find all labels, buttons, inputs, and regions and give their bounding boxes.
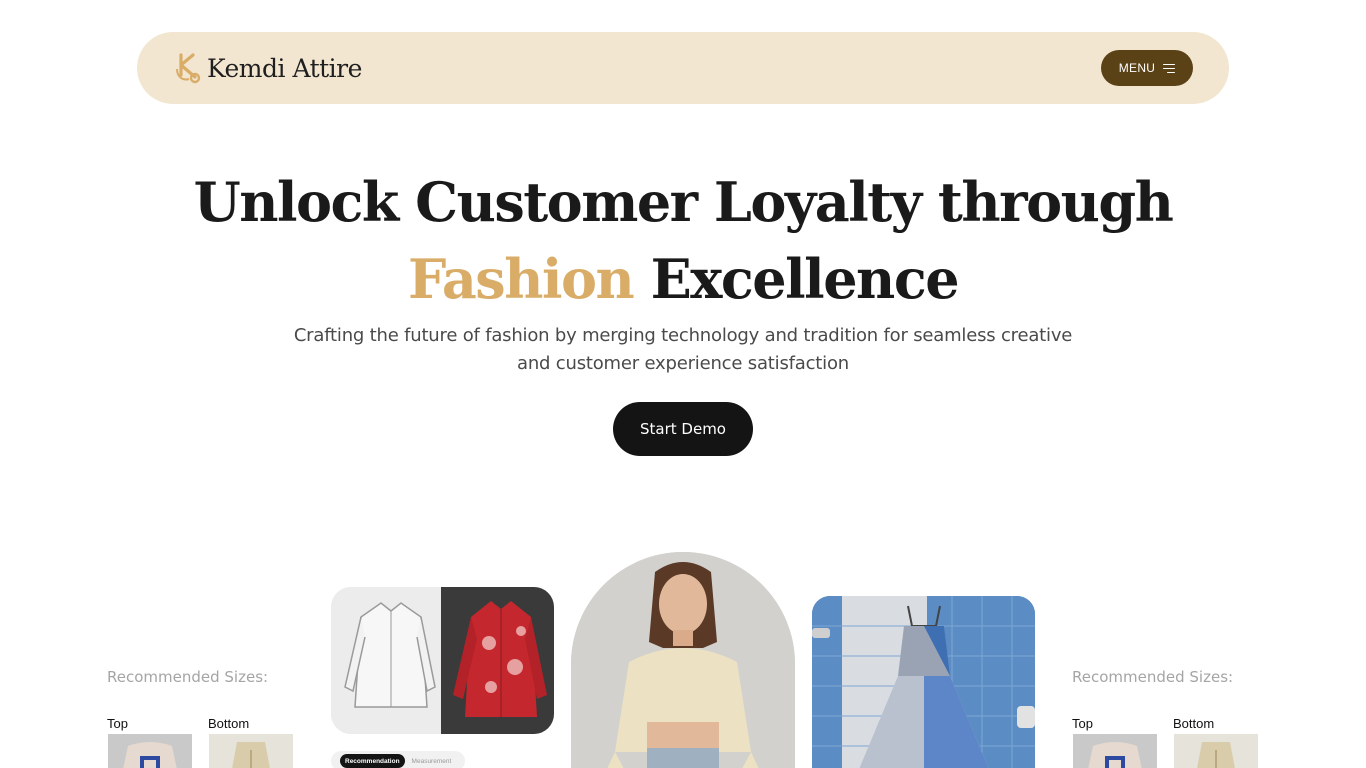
toggle-measurement[interactable]: Measurement [412, 758, 452, 765]
recommended-sizes-right: Recommended Sizes: Top Bottom [1072, 668, 1272, 768]
bottom-label: Bottom [1173, 716, 1215, 731]
recommended-sizes-title: Recommended Sizes: [1072, 668, 1234, 686]
hero-title-rest: Excellence [650, 247, 960, 311]
toggle-recommendation[interactable]: Recommendation [340, 754, 405, 768]
bottom-thumbnail[interactable] [209, 734, 293, 768]
top-label: Top [107, 716, 128, 731]
hero-title-accent: Fashion [407, 247, 635, 311]
model-card[interactable] [571, 552, 795, 768]
dress-design-card[interactable] [812, 596, 1035, 768]
brand[interactable]: Kemdi Attire [173, 50, 362, 86]
hero-title-line2: Fashion Excellence [0, 240, 1366, 318]
start-demo-button[interactable]: Start Demo [613, 402, 753, 456]
hamburger-icon [1163, 63, 1176, 73]
navbar: Kemdi Attire MENU [137, 32, 1229, 104]
hero-title-line1: Unlock Customer Loyalty through [193, 170, 1174, 234]
kemdi-logo-icon [176, 53, 201, 84]
hero-subtitle: Crafting the future of fashion by mergin… [293, 325, 1073, 374]
shirt-design-card[interactable] [331, 587, 554, 734]
top-thumbnail[interactable] [1073, 734, 1157, 768]
top-label: Top [1072, 716, 1093, 731]
menu-label: MENU [1118, 61, 1156, 75]
recommended-sizes-left: Recommended Sizes: Top Bottom [107, 668, 307, 768]
menu-button[interactable]: MENU [1101, 50, 1193, 86]
brand-name: Kemdi Attire [207, 53, 362, 83]
recommended-sizes-title: Recommended Sizes: [107, 668, 269, 686]
bottom-label: Bottom [208, 716, 250, 731]
view-toggle: Recommendation Measurement [331, 751, 465, 768]
bottom-thumbnail[interactable] [1174, 734, 1258, 768]
top-thumbnail[interactable] [108, 734, 192, 768]
